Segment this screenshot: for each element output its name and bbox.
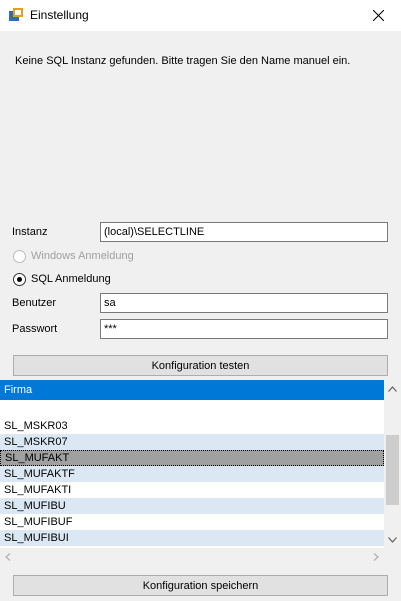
table-row[interactable]: SL_MUFAKT xyxy=(0,450,384,466)
sql-auth-label: SQL Anmeldung xyxy=(31,273,111,285)
user-label: Benutzer xyxy=(12,297,57,309)
window-title: Einstellung xyxy=(30,8,89,22)
table-row[interactable]: SL_MUFAKTF xyxy=(0,466,384,482)
scroll-left-icon[interactable] xyxy=(5,553,11,561)
instance-field[interactable]: (local)\SELECTLINE xyxy=(100,222,388,242)
user-field[interactable]: sa xyxy=(100,293,388,313)
save-config-button[interactable]: Konfiguration speichern xyxy=(13,575,388,596)
table-row[interactable]: SL_MUFAKTI xyxy=(0,482,384,498)
horizontal-scrollbar[interactable] xyxy=(0,548,401,565)
windows-auth-label: Windows Anmeldung xyxy=(31,250,134,262)
table-row[interactable]: SL_MUFIBUF xyxy=(0,514,384,530)
scrollbar-thumb[interactable] xyxy=(386,435,399,505)
grid-header-firma[interactable]: Firma xyxy=(0,380,384,400)
password-label: Passwort xyxy=(12,323,58,335)
table-row[interactable]: SL_MUFIBU xyxy=(0,498,384,514)
scroll-down-icon[interactable] xyxy=(388,537,397,543)
radio-selected-dot xyxy=(17,277,22,282)
test-config-button[interactable]: Konfiguration testen xyxy=(13,355,388,376)
vertical-scrollbar[interactable] xyxy=(384,380,401,548)
table-row[interactable]: SL_MSKR03 xyxy=(0,418,384,434)
close-button[interactable] xyxy=(355,0,401,31)
table-row[interactable]: SL_MSKR07 xyxy=(0,434,384,450)
close-icon xyxy=(372,10,384,21)
app-icon xyxy=(9,8,23,21)
scroll-right-icon[interactable] xyxy=(373,553,379,561)
company-grid[interactable]: Firma SL_MSKR03 SL_MSKR07 SL_MUFAKT SL_MUFA… xyxy=(0,380,401,565)
sql-auth-radio[interactable] xyxy=(13,273,26,286)
title-bar: Einstellung xyxy=(0,0,401,31)
scroll-up-icon[interactable] xyxy=(388,386,397,392)
windows-auth-radio[interactable] xyxy=(13,250,26,263)
password-field[interactable]: *** xyxy=(100,319,388,339)
table-row[interactable]: SL_MUFIBUI xyxy=(0,530,384,546)
grid-rows: SL_MSKR03 SL_MSKR07 SL_MUFAKT SL_MUFAKTF SL_… xyxy=(0,418,384,562)
instance-label: Instanz xyxy=(12,226,48,238)
info-message: Keine SQL Instanz gefunden. Bitte tragen… xyxy=(15,55,351,67)
